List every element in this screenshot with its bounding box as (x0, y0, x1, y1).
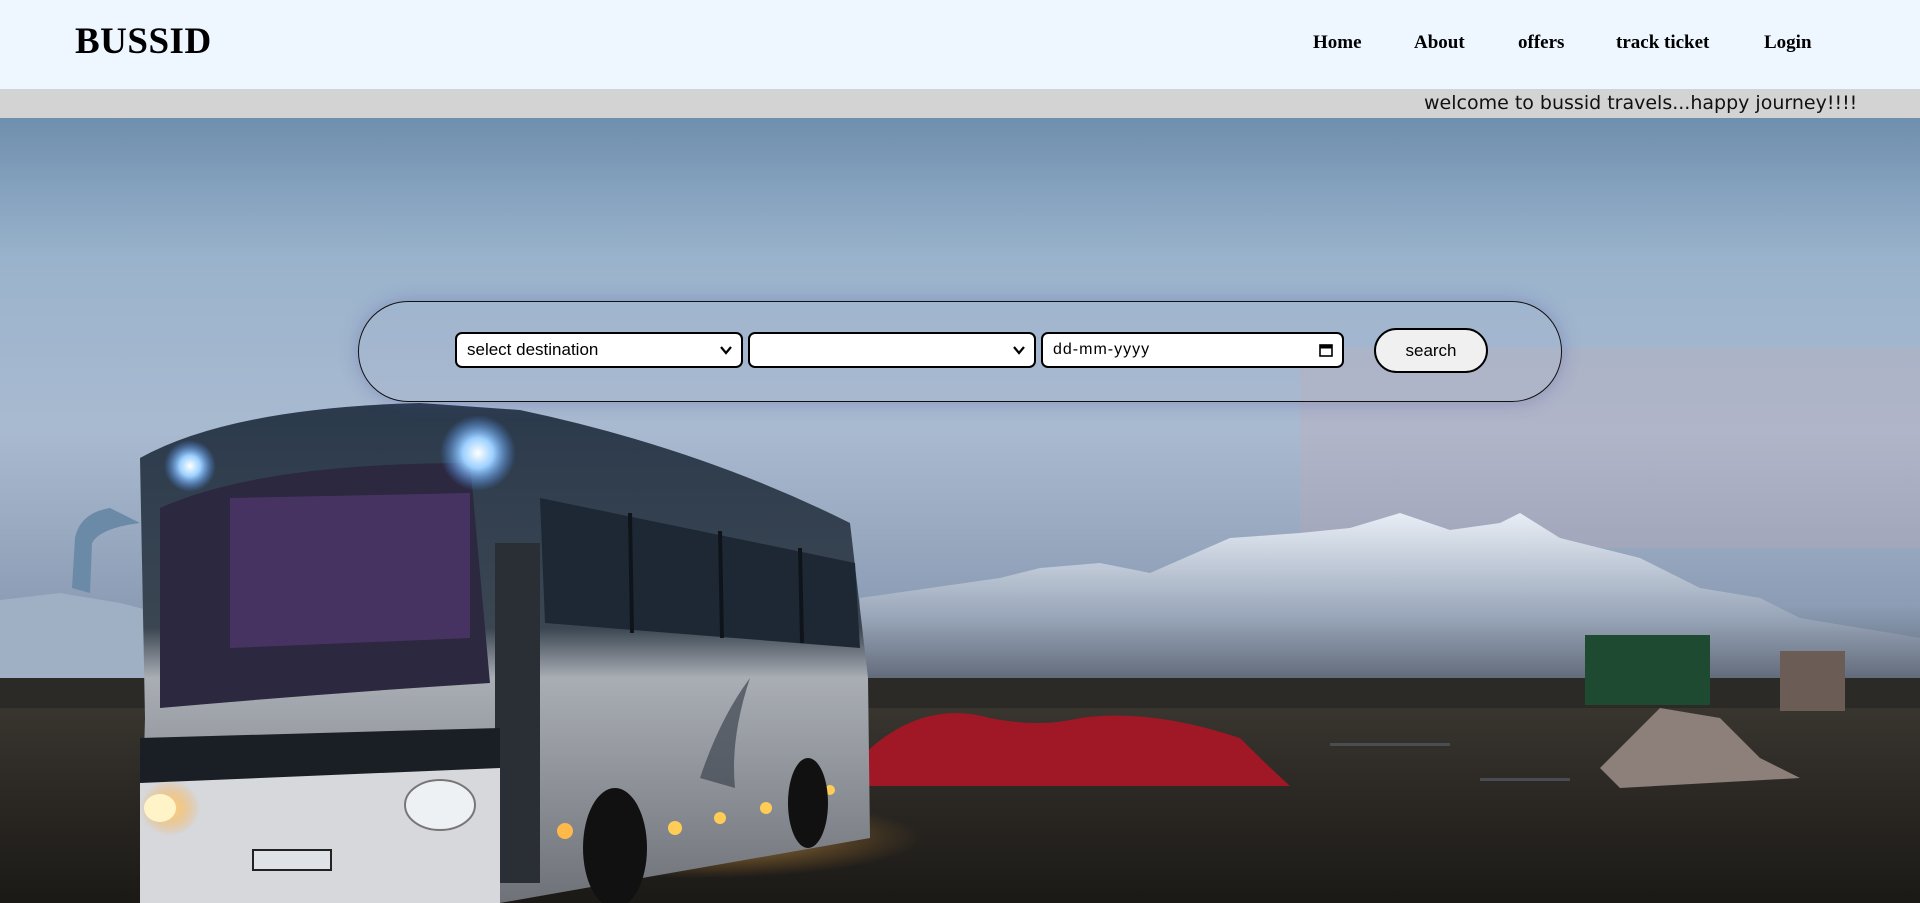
calendar-icon[interactable] (1319, 343, 1333, 357)
nav-track-ticket[interactable]: track ticket (1616, 32, 1709, 54)
date-input-placeholder: dd-mm-yyyy (1053, 341, 1151, 358)
bus-shape (72, 403, 870, 903)
destination-select-value: select destination (467, 340, 599, 359)
nav-login[interactable]: Login (1764, 32, 1812, 54)
marquee-text: welcome to bussid travels...happy journe… (1424, 92, 1858, 114)
search-button[interactable]: search (1374, 328, 1488, 373)
welcome-marquee: welcome to bussid travels...happy journe… (0, 89, 1920, 118)
hero-image (0, 118, 1920, 903)
second-select[interactable] (748, 332, 1036, 368)
nav-offers[interactable]: offers (1518, 32, 1564, 54)
nav-about[interactable]: About (1414, 32, 1465, 54)
nav-home[interactable]: Home (1313, 32, 1362, 54)
date-input[interactable]: dd-mm-yyyy (1041, 332, 1344, 368)
nav-links: Home About offers track ticket Login (0, 32, 1920, 62)
bus-mountain-photo-icon (0, 348, 1920, 903)
destination-select[interactable]: select destination (455, 332, 743, 368)
chevron-down-icon (720, 346, 732, 355)
navbar: BUSSID Home About offers track ticket Lo… (0, 0, 1920, 89)
chevron-down-icon (1013, 346, 1025, 355)
